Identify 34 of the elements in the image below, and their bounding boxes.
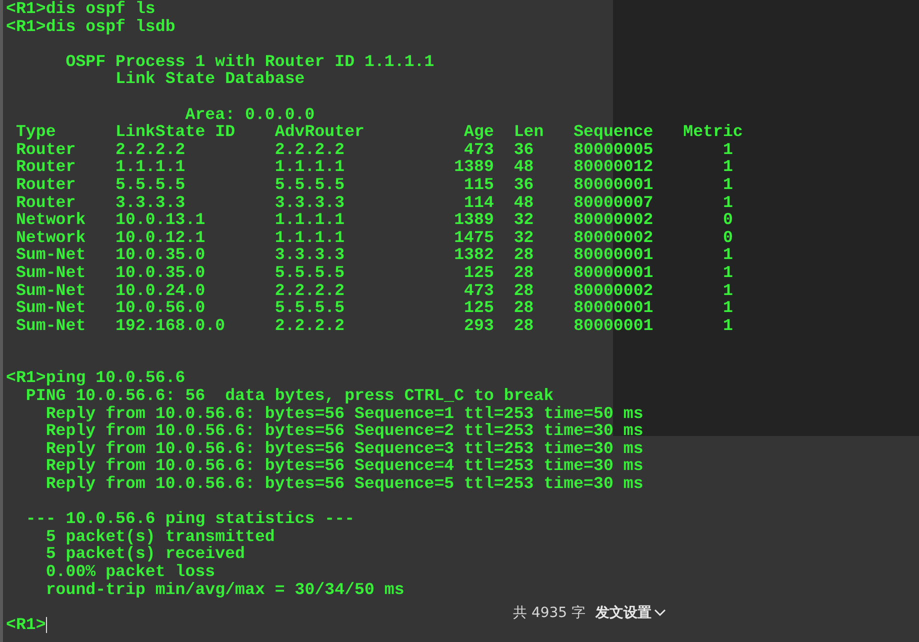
text-cursor <box>46 616 47 633</box>
terminal-line: Sum-Net 192.168.0.0 2.2.2.2 293 28 80000001 1 <box>14 316 733 334</box>
terminal-line: Reply from 10.0.56.6: bytes=56 Sequence=2 ttl=253 time=30 ms <box>44 422 644 440</box>
terminal-line: Reply from 10.0.56.6: bytes=56 Sequence=1 ttl=253 time=50 ms <box>44 404 644 422</box>
terminal-line: Reply from 10.0.56.6: bytes=56 Sequence=4 ttl=253 time=30 ms <box>44 457 644 476</box>
terminal-line: Sum-Net 10.0.56.0 5.5.5.5 125 28 80000001 1 <box>14 299 733 317</box>
terminal-line: <R1>dis ospf lsdb <box>6 18 176 36</box>
terminal-line: 5 packet(s) received <box>44 545 245 563</box>
terminal-line: Sum-Net 10.0.35.0 3.3.3.3 1382 28 80000001 1 <box>14 246 733 264</box>
terminal-line: Link State Database <box>114 70 305 88</box>
terminal-line: Sum-Net 10.0.24.0 2.2.2.2 473 28 80000002 1 <box>14 282 733 300</box>
terminal-line: OSPF Process 1 with Router ID 1.1.1.1 <box>64 52 434 70</box>
terminal-line: PING 10.0.56.6: 56 data bytes, press CTRL_C to break <box>24 387 554 405</box>
terminal-line: Router 2.2.2.2 2.2.2.2 473 36 80000005 1 <box>14 140 733 158</box>
terminal-line: Sum-Net 10.0.35.0 5.5.5.5 125 28 80000001 1 <box>14 264 733 282</box>
terminal-line: Type LinkState ID AdvRouter Age Len Sequence Metric <box>14 123 743 141</box>
terminal-line: Reply from 10.0.56.6: bytes=56 Sequence=5 ttl=253 time=30 ms <box>44 475 644 493</box>
terminal-line: --- 10.0.56.6 ping statistics --- <box>24 510 355 528</box>
terminal-line: Reply from 10.0.56.6: bytes=56 Sequence=3 ttl=253 time=30 ms <box>44 440 644 458</box>
terminal-line: Network 10.0.12.1 1.1.1.1 1475 32 80000002 0 <box>14 228 733 246</box>
terminal-line: Area: 0.0.0.0 <box>184 106 315 124</box>
terminal-line: 0.00% packet loss <box>44 563 216 581</box>
terminal-prompt: <R1> <box>6 616 46 634</box>
terminal-line: 5 packet(s) transmitted <box>44 528 275 546</box>
terminal-line: Router 1.1.1.1 1.1.1.1 1389 48 80000012 1 <box>14 158 733 176</box>
chevron-down-icon <box>654 609 666 617</box>
terminal-line: round-trip min/avg/max = 30/34/50 ms <box>44 580 404 598</box>
terminal-line: Network 10.0.13.1 1.1.1.1 1389 32 80000002 0 <box>14 211 733 229</box>
terminal-line: Router 3.3.3.3 3.3.3.3 114 48 80000007 1 <box>14 194 733 212</box>
terminal-line: Router 5.5.5.5 5.5.5.5 115 36 80000001 1 <box>14 176 733 194</box>
terminal-line: <R1>ping 10.0.56.6 <box>6 369 186 388</box>
terminal-line: <R1>dis ospf ls <box>6 0 156 18</box>
publish-settings-button[interactable]: 发文设置 <box>596 604 666 622</box>
word-count: 共 4935 字 <box>513 604 586 622</box>
